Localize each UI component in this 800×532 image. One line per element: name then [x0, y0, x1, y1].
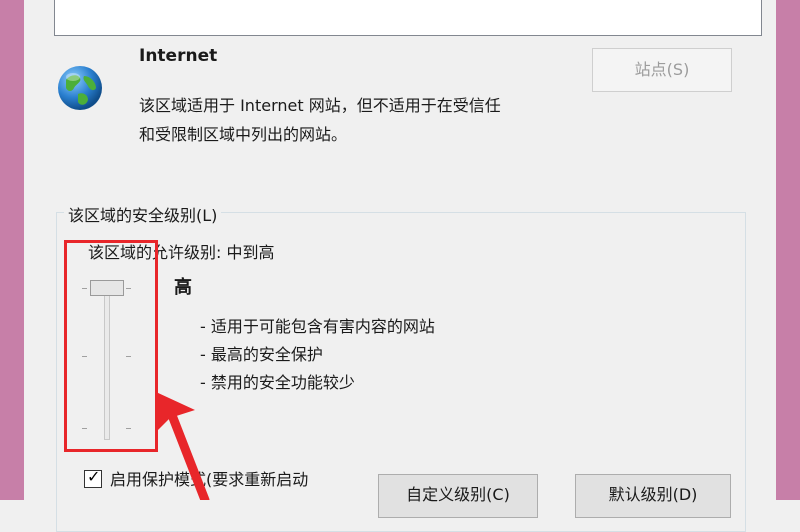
- security-level-description: 适用于可能包含有害内容的网站 最高的安全保护 禁用的安全功能较少: [200, 313, 435, 397]
- window-frame-right: [776, 0, 800, 500]
- level-bullet: 最高的安全保护: [200, 341, 435, 369]
- globe-icon: [56, 64, 104, 112]
- sites-button[interactable]: 站点(S): [592, 48, 732, 92]
- window-frame-left: [0, 0, 24, 500]
- checkmark-icon: ✓: [87, 467, 101, 486]
- security-level-name: 高: [174, 277, 192, 298]
- zone-description-line-2: 和受限制区域中列出的网站。: [139, 125, 348, 144]
- default-level-button[interactable]: 默认级别(D): [575, 474, 731, 518]
- protected-mode-label: 启用保护模式(要求重新启动: [110, 470, 309, 489]
- security-settings-panel: Internet 该区域适用于 Internet 网站，但不适用于在受信任 和受…: [24, 0, 776, 532]
- zone-list[interactable]: [54, 0, 762, 36]
- level-bullet: 适用于可能包含有害内容的网站: [200, 313, 435, 341]
- custom-level-button[interactable]: 自定义级别(C): [378, 474, 538, 518]
- level-bullet: 禁用的安全功能较少: [200, 369, 435, 397]
- annotation-highlight-box: [64, 240, 158, 452]
- zone-description: 该区域适用于 Internet 网站，但不适用于在受信任 和受限制区域中列出的网…: [139, 91, 599, 149]
- protected-mode-checkbox[interactable]: ✓: [84, 467, 102, 488]
- zone-title: Internet: [139, 46, 218, 66]
- zone-description-line-1: 该区域适用于 Internet 网站，但不适用于在受信任: [139, 96, 501, 115]
- security-level-group-label: 该区域的安全级别(L): [64, 202, 222, 226]
